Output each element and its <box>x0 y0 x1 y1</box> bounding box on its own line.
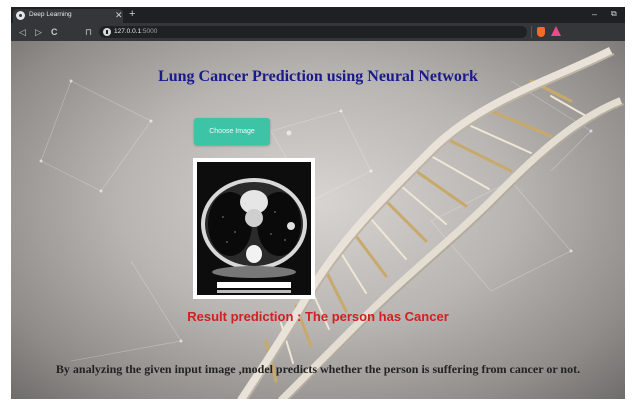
uploaded-image-frame <box>193 158 315 299</box>
choose-image-button[interactable]: Choose Image <box>194 118 270 145</box>
ct-scan-graphic <box>197 162 311 295</box>
tab-strip: Deep Learning ✕ + – ⧉ <box>11 7 625 23</box>
brave-shield-icon[interactable] <box>537 27 545 37</box>
url-text: 127.0.0.1:5000 <box>114 27 157 37</box>
ct-scan-image <box>197 162 311 295</box>
minimize-icon[interactable]: – <box>592 7 597 21</box>
restore-icon[interactable]: ⧉ <box>611 7 617 21</box>
url-host: 127.0.0.1 <box>114 28 142 35</box>
dna-background-graphic <box>39 46 625 399</box>
page-viewport: Lung Cancer Prediction using Neural Netw… <box>11 41 625 399</box>
bookmark-icon[interactable]: ⊓ <box>85 26 92 38</box>
prediction-result: Result prediction : The person has Cance… <box>187 309 449 324</box>
browser-toolbar: ◁ ▷ C ⊓ 127.0.0.1:5000 <box>11 23 625 41</box>
reload-icon[interactable]: C <box>51 26 58 38</box>
new-tab-button[interactable]: + <box>129 7 135 22</box>
page-title: Lung Cancer Prediction using Neural Netw… <box>158 68 478 85</box>
site-info-icon[interactable] <box>103 28 111 36</box>
favicon-icon <box>16 11 25 20</box>
close-tab-icon[interactable]: ✕ <box>115 9 123 22</box>
model-description: By analyzing the given input image ,mode… <box>55 362 581 376</box>
toolbar-divider <box>531 26 532 38</box>
back-icon[interactable]: ◁ <box>19 26 26 38</box>
rewards-icon[interactable] <box>551 26 561 36</box>
browser-window: Deep Learning ✕ + – ⧉ ◁ ▷ C ⊓ 127.0.0.1:… <box>11 7 625 399</box>
url-port: :5000 <box>141 28 158 35</box>
address-bar[interactable]: 127.0.0.1:5000 <box>99 26 527 38</box>
tab-title: Deep Learning <box>29 11 72 18</box>
browser-tab[interactable]: Deep Learning ✕ <box>13 9 123 23</box>
forward-icon[interactable]: ▷ <box>35 26 42 38</box>
